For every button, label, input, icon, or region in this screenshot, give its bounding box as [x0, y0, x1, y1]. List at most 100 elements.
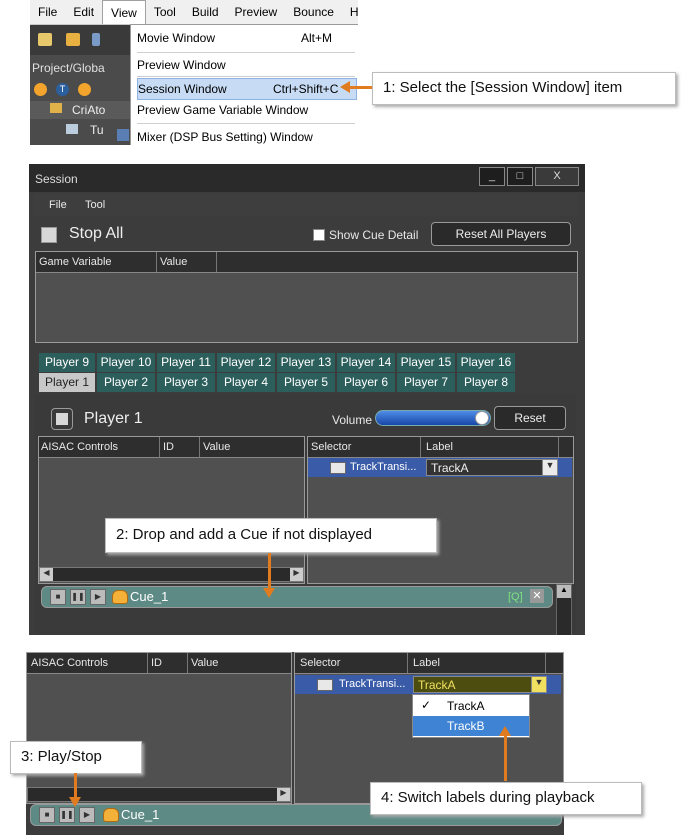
save-icon[interactable] — [92, 33, 100, 46]
stop-icon[interactable]: ■ — [50, 589, 66, 605]
label-select[interactable]: TrackA ▼ — [426, 459, 558, 476]
scroll-right-icon[interactable]: ▶ — [290, 568, 303, 581]
pause-icon[interactable]: ❚❚ — [59, 807, 75, 823]
scroll-right-icon[interactable]: ▶ — [277, 788, 290, 801]
menu-item-label: Preview Window — [137, 58, 226, 72]
callout-text: 4: Switch labels during playback — [381, 789, 595, 806]
scroll-left-icon[interactable]: ◀ — [40, 568, 53, 581]
tree-item-criato[interactable]: CriAto — [30, 101, 130, 119]
remove-cue-icon[interactable]: ✕ — [530, 589, 544, 603]
menu-build[interactable]: Build — [184, 0, 227, 24]
chevron-down-icon[interactable]: ▼ — [542, 460, 557, 475]
show-cue-detail-checkbox[interactable] — [313, 229, 325, 241]
menu-item-preview-window[interactable]: Preview Window — [137, 55, 355, 75]
player-stop-button[interactable] — [51, 408, 73, 430]
label-select[interactable]: TrackA ▼ — [413, 676, 547, 693]
stop-all-icon[interactable] — [41, 227, 57, 243]
volume-slider[interactable] — [375, 410, 491, 426]
vertical-scrollbar[interactable]: ▲ — [556, 584, 572, 635]
label-dropdown-list: ✓ TrackA TrackB — [412, 694, 530, 738]
column-header: Value — [191, 657, 219, 669]
cue-icon — [103, 808, 119, 822]
close-button[interactable]: X — [535, 167, 579, 186]
column-header: Game Variable — [39, 256, 112, 268]
table-header: Selector Label — [295, 653, 563, 674]
menu-item-preview-game-variable-window[interactable]: Preview Game Variable Window — [137, 100, 355, 120]
sound-icon[interactable] — [78, 83, 91, 96]
scroll-up-icon[interactable]: ▲ — [557, 585, 571, 598]
tab-player-10[interactable]: Player 10 — [97, 353, 155, 372]
column-header: Selector — [311, 441, 352, 453]
reset-all-players-button[interactable]: Reset All Players — [431, 222, 571, 246]
volume-label: Volume — [332, 413, 373, 427]
mixer-icon — [117, 129, 129, 141]
tab-player-9[interactable]: Player 9 — [39, 353, 95, 372]
menu-screenshot-panel: File Edit View Tool Build Preview Bounce… — [30, 0, 358, 145]
maximize-button[interactable]: □ — [507, 167, 533, 186]
table-header: AISAC Controls ID Value — [27, 653, 291, 674]
tree-item-tu[interactable]: Tu — [30, 121, 130, 139]
queue-marker: [Q] — [508, 591, 523, 603]
menu-item-movie-window[interactable]: Movie Window Alt+M — [137, 28, 355, 48]
tab-player-7[interactable]: Player 7 — [397, 373, 455, 392]
horizontal-scrollbar[interactable]: ▶ — [27, 787, 291, 802]
arrow-head — [263, 588, 275, 598]
callout-step-4: 4: Switch labels during playback — [370, 782, 642, 815]
tree-item-label: Tu — [90, 123, 104, 137]
pause-icon[interactable]: ❚❚ — [70, 589, 86, 605]
minimize-button[interactable]: _ — [479, 167, 505, 186]
tab-player-14[interactable]: Player 14 — [337, 353, 395, 372]
selector-row[interactable]: TrackTransi... TrackA ▼ — [295, 675, 561, 694]
menu-preview[interactable]: Preview — [227, 0, 286, 24]
dropdown-option-tracka[interactable]: ✓ TrackA — [413, 696, 529, 716]
stop-all-label[interactable]: Stop All — [69, 225, 123, 243]
menu-item-label: Preview Game Variable Window — [137, 103, 309, 117]
tab-player-5[interactable]: Player 5 — [277, 373, 335, 392]
session-menu-tool[interactable]: Tool — [85, 199, 105, 211]
tab-player-4[interactable]: Player 4 — [217, 373, 275, 392]
selector-row[interactable]: TrackTransi... TrackA ▼ — [308, 458, 572, 477]
tab-player-6[interactable]: Player 6 — [337, 373, 395, 392]
tab-player-11[interactable]: Player 11 — [157, 353, 215, 372]
play-icon[interactable]: ▶ — [90, 589, 106, 605]
horizontal-scrollbar[interactable]: ◀ ▶ — [39, 567, 304, 582]
tab-player-1[interactable]: Player 1 — [39, 373, 95, 392]
tab-player-8[interactable]: Player 8 — [457, 373, 515, 392]
cue-name: Cue_1 — [130, 589, 169, 604]
project-pane-label: Project/Globa — [32, 61, 105, 75]
menu-tool[interactable]: Tool — [146, 0, 184, 24]
aisac-table: AISAC Controls ID Value ▶ — [26, 652, 292, 804]
new-file-icon[interactable] — [38, 33, 52, 46]
menu-file[interactable]: File — [30, 0, 65, 24]
tab-player-16[interactable]: Player 16 — [457, 353, 515, 372]
tree-item-label: CriAto — [72, 103, 106, 117]
play-icon[interactable]: ▶ — [79, 807, 95, 823]
volume-slider-knob[interactable] — [475, 411, 489, 425]
cue-icon[interactable] — [34, 83, 47, 96]
selector-name: TrackTransi... — [350, 461, 417, 473]
menu-item-label: Mixer (DSP Bus Setting) Window — [137, 130, 313, 144]
arrow-head — [69, 797, 81, 807]
menu-separator — [137, 123, 355, 124]
menu-view[interactable]: View — [102, 0, 146, 24]
session-menu-file[interactable]: File — [49, 199, 67, 211]
tab-player-2[interactable]: Player 2 — [97, 373, 155, 392]
menu-edit[interactable]: Edit — [65, 0, 102, 24]
menu-help[interactable]: H — [342, 0, 358, 24]
tab-player-12[interactable]: Player 12 — [217, 353, 275, 372]
callout-step-3: 3: Play/Stop — [10, 741, 142, 774]
chevron-down-icon[interactable]: ▼ — [531, 677, 546, 692]
text-icon[interactable]: T — [56, 83, 69, 96]
menu-item-mixer-window[interactable]: Mixer (DSP Bus Setting) Window — [137, 127, 355, 145]
window-title: Session — [35, 172, 78, 186]
menu-bounce[interactable]: Bounce — [285, 0, 342, 24]
reset-button[interactable]: Reset — [494, 406, 566, 430]
tab-player-15[interactable]: Player 15 — [397, 353, 455, 372]
column-header: ID — [163, 441, 174, 453]
tab-player-13[interactable]: Player 13 — [277, 353, 335, 372]
dropdown-option-trackb[interactable]: TrackB — [413, 716, 529, 736]
stop-icon[interactable]: ■ — [39, 807, 55, 823]
tab-player-3[interactable]: Player 3 — [157, 373, 215, 392]
open-folder-icon[interactable] — [66, 33, 80, 46]
menu-item-session-window[interactable]: Session Window Ctrl+Shift+C — [137, 78, 357, 100]
